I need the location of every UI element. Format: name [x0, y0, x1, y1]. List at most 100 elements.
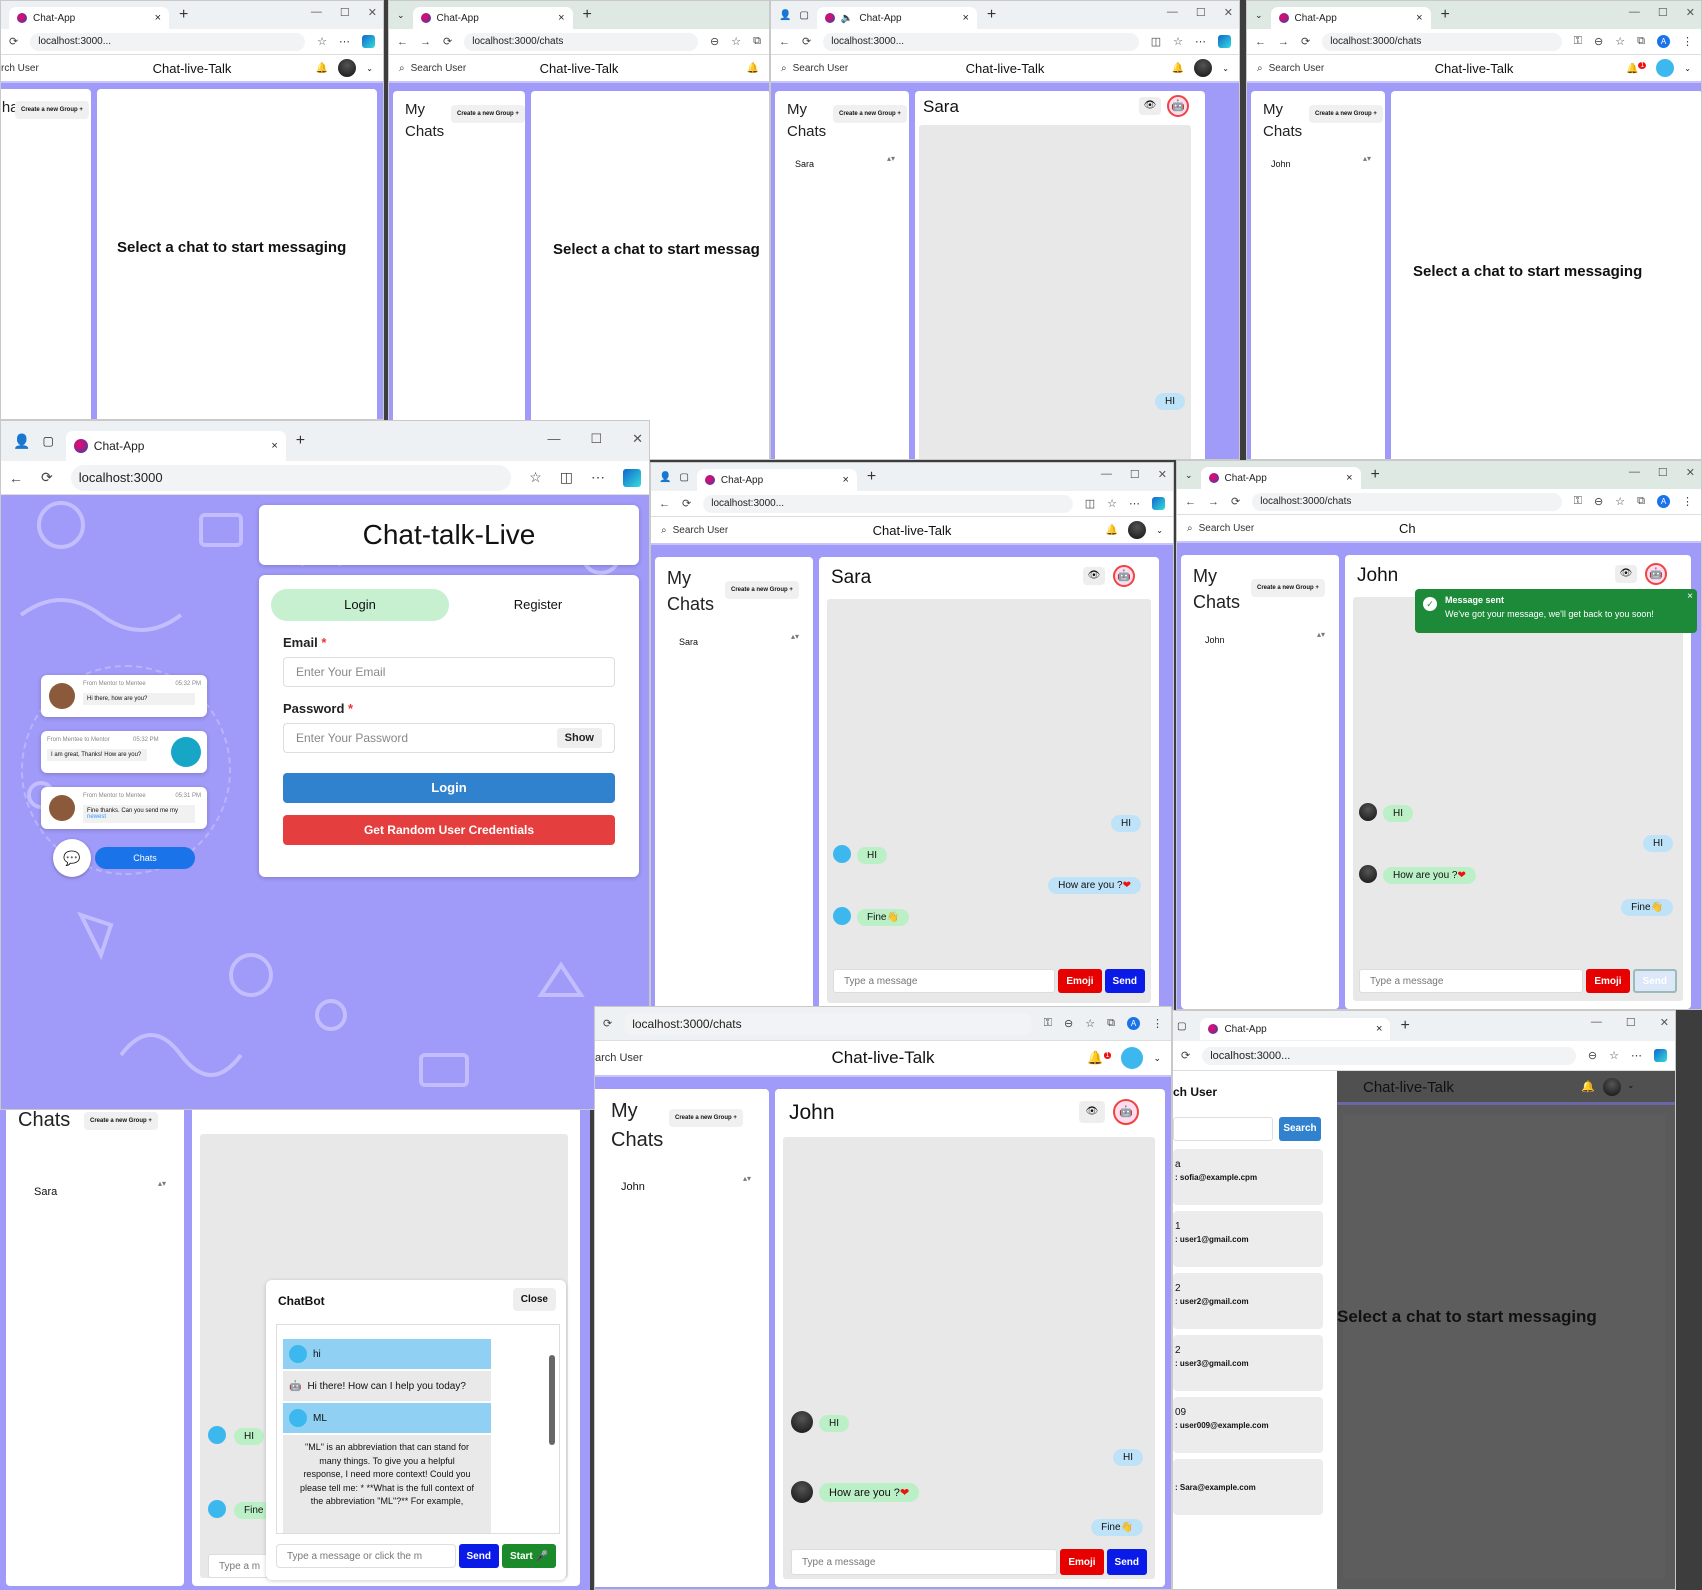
close-tab-icon[interactable]: ×: [1376, 1023, 1382, 1035]
search-user-link[interactable]: ⌕ Search User: [661, 525, 728, 536]
maximize-icon[interactable]: ☐: [1130, 468, 1140, 481]
profile-icon[interactable]: 👤: [659, 472, 671, 483]
tab-list-icon[interactable]: ⌄: [397, 10, 405, 21]
search-result[interactable]: a: sofia@example.cpm: [1173, 1149, 1323, 1205]
favorites-icon[interactable]: ☆: [1173, 35, 1183, 48]
user-avatar[interactable]: [338, 59, 357, 77]
sort-arrows-icon[interactable]: ▴▾: [791, 633, 799, 641]
chat-list-item-sara[interactable]: Sara: [679, 637, 698, 647]
copilot-icon[interactable]: [1654, 1049, 1667, 1062]
split-icon[interactable]: ◫: [560, 469, 573, 486]
chatbot-icon[interactable]: 🤖: [1113, 565, 1135, 587]
favorites-icon[interactable]: ☆: [1107, 497, 1117, 510]
split-icon[interactable]: ◫: [1085, 497, 1095, 510]
browser-tab[interactable]: Chat-App ×: [696, 469, 857, 491]
user-avatar[interactable]: [1128, 521, 1147, 539]
new-tab-icon[interactable]: +: [867, 468, 876, 486]
url-field[interactable]: localhost:3000...: [1202, 1046, 1576, 1065]
more-icon[interactable]: ⋯: [1195, 35, 1206, 48]
tab-actions-icon[interactable]: ▢: [42, 434, 53, 448]
chevron-down-icon[interactable]: ⌄: [1222, 64, 1229, 73]
password-field[interactable]: Enter Your Password Show: [283, 723, 615, 753]
maximize-icon[interactable]: ☐: [1626, 1016, 1636, 1029]
favorites-icon[interactable]: ☆: [529, 469, 542, 486]
menu-icon[interactable]: ⋮: [1152, 1017, 1163, 1030]
more-icon[interactable]: ⋯: [1129, 497, 1140, 510]
create-group-button[interactable]: Create a new Group +: [833, 105, 907, 123]
forward-icon[interactable]: →: [420, 36, 431, 48]
chat-list-item-john[interactable]: John: [1271, 159, 1291, 169]
login-button[interactable]: Login: [283, 773, 615, 803]
chatbot-send-button[interactable]: Send: [458, 1544, 499, 1568]
back-icon[interactable]: ←: [1255, 36, 1266, 48]
bell-icon[interactable]: 🔔: [1172, 63, 1184, 74]
tab-actions-icon[interactable]: ▢: [679, 472, 688, 483]
chevron-down-icon[interactable]: ⌄: [1627, 1080, 1635, 1091]
new-tab-icon[interactable]: +: [987, 6, 996, 24]
favorites-icon[interactable]: ☆: [1609, 1049, 1619, 1062]
copilot-icon[interactable]: [623, 468, 641, 487]
close-tab-icon[interactable]: ×: [1416, 12, 1422, 24]
chat-list-item-john[interactable]: John: [621, 1181, 645, 1193]
minimize-icon[interactable]: —: [311, 6, 322, 19]
chatbot-icon[interactable]: 🤖: [1645, 563, 1667, 585]
more-icon[interactable]: ⋯: [339, 35, 350, 48]
back-icon[interactable]: ←: [1185, 496, 1196, 508]
search-user-link[interactable]: arch User: [595, 1052, 643, 1064]
create-group-button[interactable]: Create a new Group +: [1251, 579, 1325, 597]
url-field[interactable]: localhost:3000/chats: [1252, 492, 1562, 511]
split-icon[interactable]: ◫: [1151, 35, 1161, 48]
more-icon[interactable]: ⋯: [591, 469, 605, 486]
password-key-icon[interactable]: ⚿: [1574, 495, 1582, 508]
scrollbar[interactable]: [549, 1355, 555, 1445]
bell-icon[interactable]: 🔔: [1581, 1080, 1595, 1093]
tab-list-icon[interactable]: ⌄: [1255, 10, 1263, 21]
random-credentials-button[interactable]: Get Random User Credentials: [283, 815, 615, 845]
password-key-icon[interactable]: ⚿: [1044, 1017, 1052, 1030]
chevron-down-icon[interactable]: ⌄: [366, 64, 373, 73]
search-result[interactable]: : Sara@example.com: [1173, 1459, 1323, 1515]
user-avatar[interactable]: [1194, 59, 1213, 77]
send-button[interactable]: Send: [1106, 1549, 1147, 1575]
browser-tab[interactable]: Chat-App ×: [1200, 1018, 1391, 1040]
show-password-button[interactable]: Show: [556, 728, 602, 748]
new-tab-icon[interactable]: +: [1441, 6, 1450, 24]
chat-list-item-sara[interactable]: Sara: [34, 1186, 57, 1198]
chatbot-icon[interactable]: 🤖: [1167, 95, 1189, 117]
url-field[interactable]: localhost:3000/chats: [1322, 32, 1562, 51]
forward-icon[interactable]: →: [1208, 496, 1219, 508]
browser-tab[interactable]: Chat-App ×: [412, 7, 573, 29]
minimize-icon[interactable]: —: [1591, 1016, 1602, 1029]
close-tab-icon[interactable]: ×: [842, 474, 848, 486]
eye-icon[interactable]: 👁: [1083, 567, 1105, 585]
profile-avatar[interactable]: A: [1127, 1017, 1140, 1030]
url-field[interactable]: localhost:3000/chats: [624, 1012, 1032, 1035]
search-user-link[interactable]: ⌕ Search User: [781, 63, 848, 74]
favorites-icon[interactable]: ☆: [317, 35, 327, 48]
refresh-icon[interactable]: ⟳: [1301, 35, 1310, 48]
url-field[interactable]: localhost:3000...: [823, 32, 1139, 51]
emoji-button[interactable]: Emoji: [1586, 969, 1630, 993]
url-field[interactable]: localhost:3000: [70, 464, 512, 491]
eye-icon[interactable]: 👁: [1615, 565, 1637, 583]
close-tab-icon[interactable]: ×: [1346, 472, 1352, 484]
menu-icon[interactable]: ⋮: [1682, 495, 1693, 508]
copilot-icon[interactable]: [1152, 497, 1165, 510]
tab-actions-icon[interactable]: ▢: [799, 10, 808, 21]
refresh-icon[interactable]: ⟳: [1181, 1049, 1190, 1062]
minimize-icon[interactable]: —: [1629, 466, 1640, 479]
close-tab-icon[interactable]: ×: [558, 12, 564, 24]
close-window-icon[interactable]: ✕: [1224, 6, 1233, 19]
tab-login[interactable]: Login: [271, 589, 449, 621]
refresh-icon[interactable]: ⟳: [1231, 495, 1240, 508]
star-icon[interactable]: ☆: [1615, 495, 1625, 508]
chatbot-icon[interactable]: 🤖: [1113, 1099, 1139, 1125]
extensions-icon[interactable]: ⧉: [1637, 495, 1645, 508]
close-window-icon[interactable]: ✕: [1660, 1016, 1669, 1029]
new-tab-icon[interactable]: +: [1400, 1017, 1409, 1035]
create-group-button[interactable]: Create a new Group +: [451, 105, 525, 123]
star-icon[interactable]: ☆: [1615, 35, 1625, 48]
copilot-icon[interactable]: [362, 35, 375, 48]
back-icon[interactable]: ←: [397, 36, 408, 48]
search-user-link[interactable]: ⌕ Search User: [1257, 63, 1324, 74]
